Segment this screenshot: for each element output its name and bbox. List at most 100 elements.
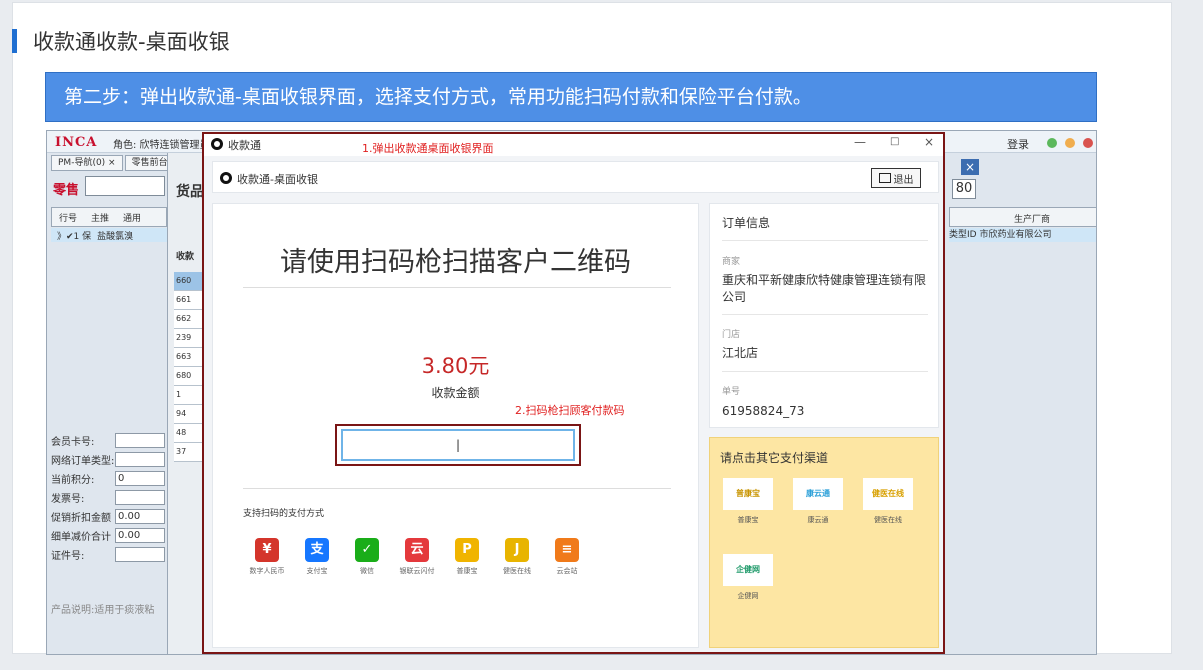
grid-header-right: 生产厂商: [949, 207, 1096, 227]
field-input[interactable]: [115, 432, 165, 448]
scan-code-input[interactable]: |: [341, 429, 575, 461]
method-unionpay: 云银联云闪付: [393, 538, 441, 576]
field-label: 网络订单类型:: [51, 455, 115, 467]
list-item[interactable]: 239: [174, 329, 204, 348]
channel-label: 康云通: [807, 516, 829, 524]
field-input[interactable]: 0.00: [115, 508, 165, 524]
order-no-value: 61958824_73: [722, 404, 805, 418]
method-pukangbao: P 普康宝: [443, 538, 491, 576]
status-green-icon[interactable]: [1047, 138, 1057, 148]
method-label: 云会站: [556, 567, 578, 575]
scan-title: 请使用扫码枪扫描客户二维码: [280, 247, 631, 278]
field-row: 会员卡号:: [51, 431, 167, 449]
method-label: 支付宝: [306, 567, 328, 575]
close-icon[interactable]: ×: [924, 135, 934, 149]
table-row[interactable]: 》✔1 保 盐酸氯溴: [51, 228, 167, 242]
pukangbao-icon: P: [455, 538, 479, 562]
jianyi-icon: J: [505, 538, 529, 562]
section-title: 收款通收款-桌面收银: [33, 30, 230, 54]
digital-rmb-icon: ¥: [255, 538, 279, 562]
minimize-icon[interactable]: —: [854, 135, 866, 149]
list-item[interactable]: 48: [174, 424, 204, 443]
list-item[interactable]: 37: [174, 443, 204, 462]
field-label: 促销折扣金额: [51, 512, 111, 524]
jianyi-logo-icon: 健医在线: [863, 478, 913, 510]
list-item[interactable]: 661: [174, 291, 204, 310]
product-description: 产品说明:适用于痰液粘: [51, 605, 155, 616]
app-logo-icon: [220, 172, 232, 184]
grid-col-header: 主推: [91, 213, 110, 224]
supported-methods-label: 支持扫码的支付方式: [243, 509, 325, 519]
section-header: 收款通收款-桌面收银: [12, 26, 230, 56]
divider: [243, 287, 671, 288]
dialog-subtitle: 收款通-桌面收银: [237, 173, 318, 186]
login-link[interactable]: 登录: [1007, 136, 1029, 152]
amount-value: 3.80元: [421, 354, 490, 378]
field-input[interactable]: [115, 451, 165, 467]
channel-qijianwang[interactable]: 企健网 企健网: [722, 554, 774, 604]
divider: [722, 314, 928, 315]
field-label: 细单减价合计: [51, 531, 111, 543]
tab-navigation[interactable]: PM-导航(0) ×: [51, 155, 123, 171]
order-info-panel: 订单信息 商家 重庆和平新健康欣特健康管理连锁有限公司 门店 江北店 单号 61…: [709, 203, 939, 428]
field-input[interactable]: 0.00: [115, 527, 165, 543]
scan-panel: 请使用扫码枪扫描客户二维码 3.80元 收款金额 2.扫码枪扫顾客付款码 | 支…: [212, 203, 699, 648]
retail-input[interactable]: [85, 176, 165, 196]
method-label: 健医在线: [503, 567, 531, 575]
qijianwang-logo-icon: 企健网: [723, 554, 773, 586]
field-label: 会员卡号:: [51, 436, 95, 448]
field-label: 发票号:: [51, 493, 85, 505]
field-row: 当前积分: 0: [51, 469, 167, 487]
grid-col-header: 行号: [59, 213, 78, 224]
method-label: 数字人民币: [249, 567, 285, 575]
field-row: 细单减价合计 0.00: [51, 526, 167, 544]
channel-kangyuntong[interactable]: 康云通 康云通: [792, 478, 844, 528]
app-logo-icon: [211, 138, 223, 150]
list-item[interactable]: 680: [174, 367, 204, 386]
divider: [722, 240, 928, 241]
channel-pukangbao[interactable]: 普康宝 普康宝: [722, 478, 774, 528]
payment-dialog: 收款通 1.弹出收款通桌面收银界面 — □ × 收款通-桌面收银 退出 请使用扫…: [202, 132, 945, 654]
goods-title: 货品: [176, 184, 204, 200]
field-input[interactable]: [115, 489, 165, 505]
list-item[interactable]: 663: [174, 348, 204, 367]
channel-jianyi[interactable]: 健医在线 健医在线: [862, 478, 914, 528]
method-yunhui: ≡ 云会站: [543, 538, 591, 576]
kangyuntong-logo-icon: 康云通: [793, 478, 843, 510]
store-value: 江北店: [722, 346, 759, 360]
method-label: 银联云闪付: [399, 567, 435, 575]
goods-list: 660 661 662 239 663 680 1 94 48 37: [174, 272, 204, 462]
quantity-field[interactable]: 80: [952, 179, 976, 199]
channels-title: 请点击其它支付渠道: [720, 451, 829, 465]
order-no-label: 单号: [722, 387, 741, 397]
exit-button[interactable]: 退出: [871, 168, 921, 188]
list-item[interactable]: 660: [174, 272, 204, 291]
close-icon[interactable]: ×: [961, 159, 979, 175]
dialog-title: 收款通: [228, 139, 261, 152]
status-red-icon[interactable]: [1083, 138, 1093, 148]
yunhui-icon: ≡: [555, 538, 579, 562]
list-item[interactable]: 662: [174, 310, 204, 329]
method-alipay: 支支付宝: [293, 538, 341, 576]
alipay-icon: 支: [305, 538, 329, 562]
annotation-step2: 2.扫码枪扫顾客付款码: [515, 404, 625, 417]
table-row[interactable]: 类型ID 市欣药业有限公司: [949, 228, 1096, 242]
maximize-icon[interactable]: □: [890, 136, 899, 147]
field-input[interactable]: [115, 546, 165, 562]
member-fields: 会员卡号: 网络订单类型: 当前积分: 0 发票号: 促销折扣金额 0.00 细单减…: [51, 431, 167, 564]
field-input[interactable]: 0: [115, 470, 165, 486]
retail-label: 零售: [53, 183, 80, 198]
grid-header: 行号 主推 通用: [51, 207, 167, 227]
merchant-label: 商家: [722, 257, 741, 267]
list-item[interactable]: 1: [174, 386, 204, 405]
divider: [243, 488, 671, 489]
method-label: 普康宝: [456, 567, 478, 575]
exit-label: 退出: [893, 174, 914, 186]
status-orange-icon[interactable]: [1065, 138, 1075, 148]
list-item[interactable]: 94: [174, 405, 204, 424]
field-row: 证件号:: [51, 545, 167, 563]
field-label: 证件号:: [51, 550, 85, 562]
method-jianyi: J 健医在线: [493, 538, 541, 576]
payment-methods: ¥ 数字人民币 支支付宝 ✓ 微信 云银联云闪付 P 普康宝 J 健医在线 ≡ 云会站: [243, 538, 593, 576]
pukangbao-logo-icon: 普康宝: [723, 478, 773, 510]
